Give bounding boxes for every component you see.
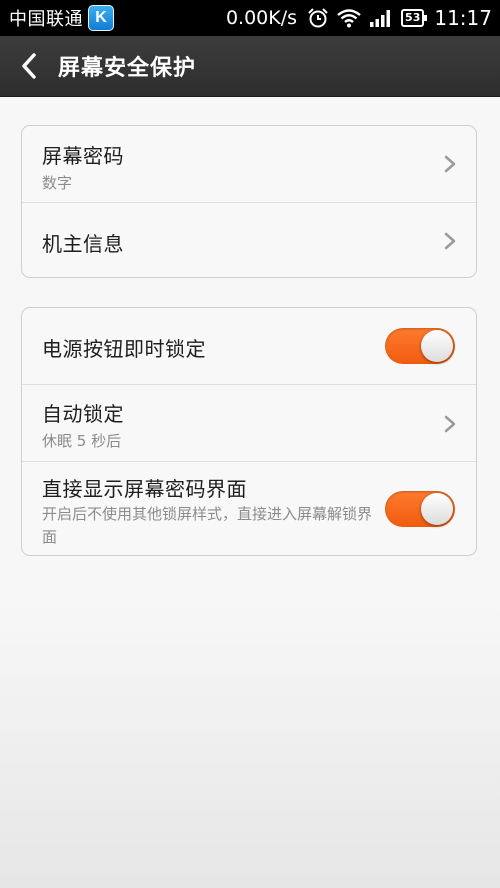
app-badge-letter: K	[95, 9, 107, 26]
page-title: 屏幕安全保护	[58, 56, 197, 81]
back-button[interactable]	[0, 36, 58, 97]
auto-lock-title: 自动锁定	[42, 402, 124, 426]
owner-info-row[interactable]: 机主信息	[22, 203, 476, 277]
chevron-right-icon	[444, 415, 456, 433]
direct-password-screen-subtitle: 开启后不使用其他锁屏样式，直接进入屏幕解锁界面	[42, 505, 373, 546]
direct-password-screen-toggle[interactable]	[385, 491, 455, 527]
status-bar: 中国联通 K 0.00K/s 53 11:17	[0, 0, 500, 36]
settings-group-lock: 电源按钮即时锁定 自动锁定 休眠 5 秒后 直接显示屏幕密码界面 开启后不使用其…	[21, 307, 477, 556]
owner-info-title: 机主信息	[42, 232, 124, 256]
chevron-right-icon	[444, 155, 456, 173]
back-arrow-icon	[22, 53, 36, 79]
direct-password-screen-title: 直接显示屏幕密码界面	[42, 477, 247, 501]
signal-icon	[369, 9, 393, 27]
screen-password-row[interactable]: 屏幕密码 数字	[22, 126, 476, 202]
power-button-lock-row: 电源按钮即时锁定	[22, 308, 476, 384]
direct-password-screen-row: 直接显示屏幕密码界面 开启后不使用其他锁屏样式，直接进入屏幕解锁界面	[22, 462, 476, 555]
power-button-lock-toggle[interactable]	[385, 328, 455, 364]
screen-password-subtitle: 数字	[42, 174, 73, 192]
status-indicators: 0.00K/s 53 11:17	[226, 6, 492, 30]
alarm-icon	[307, 7, 329, 29]
battery-icon: 53	[401, 9, 428, 27]
carrier-name: 中国联通	[9, 9, 83, 30]
title-bar: 屏幕安全保护	[0, 36, 500, 97]
toggle-knob	[421, 330, 453, 362]
settings-group-password: 屏幕密码 数字 机主信息	[21, 125, 477, 278]
app-notification-icon: K	[88, 5, 114, 31]
auto-lock-subtitle: 休眠 5 秒后	[42, 432, 122, 450]
toggle-knob	[421, 493, 453, 525]
wifi-icon	[337, 8, 361, 28]
chevron-right-icon	[444, 232, 456, 250]
network-speed: 0.00K/s	[225, 7, 298, 29]
auto-lock-row[interactable]: 自动锁定 休眠 5 秒后	[22, 385, 476, 462]
screen-password-title: 屏幕密码	[42, 144, 124, 168]
clock: 11:17	[434, 6, 492, 30]
